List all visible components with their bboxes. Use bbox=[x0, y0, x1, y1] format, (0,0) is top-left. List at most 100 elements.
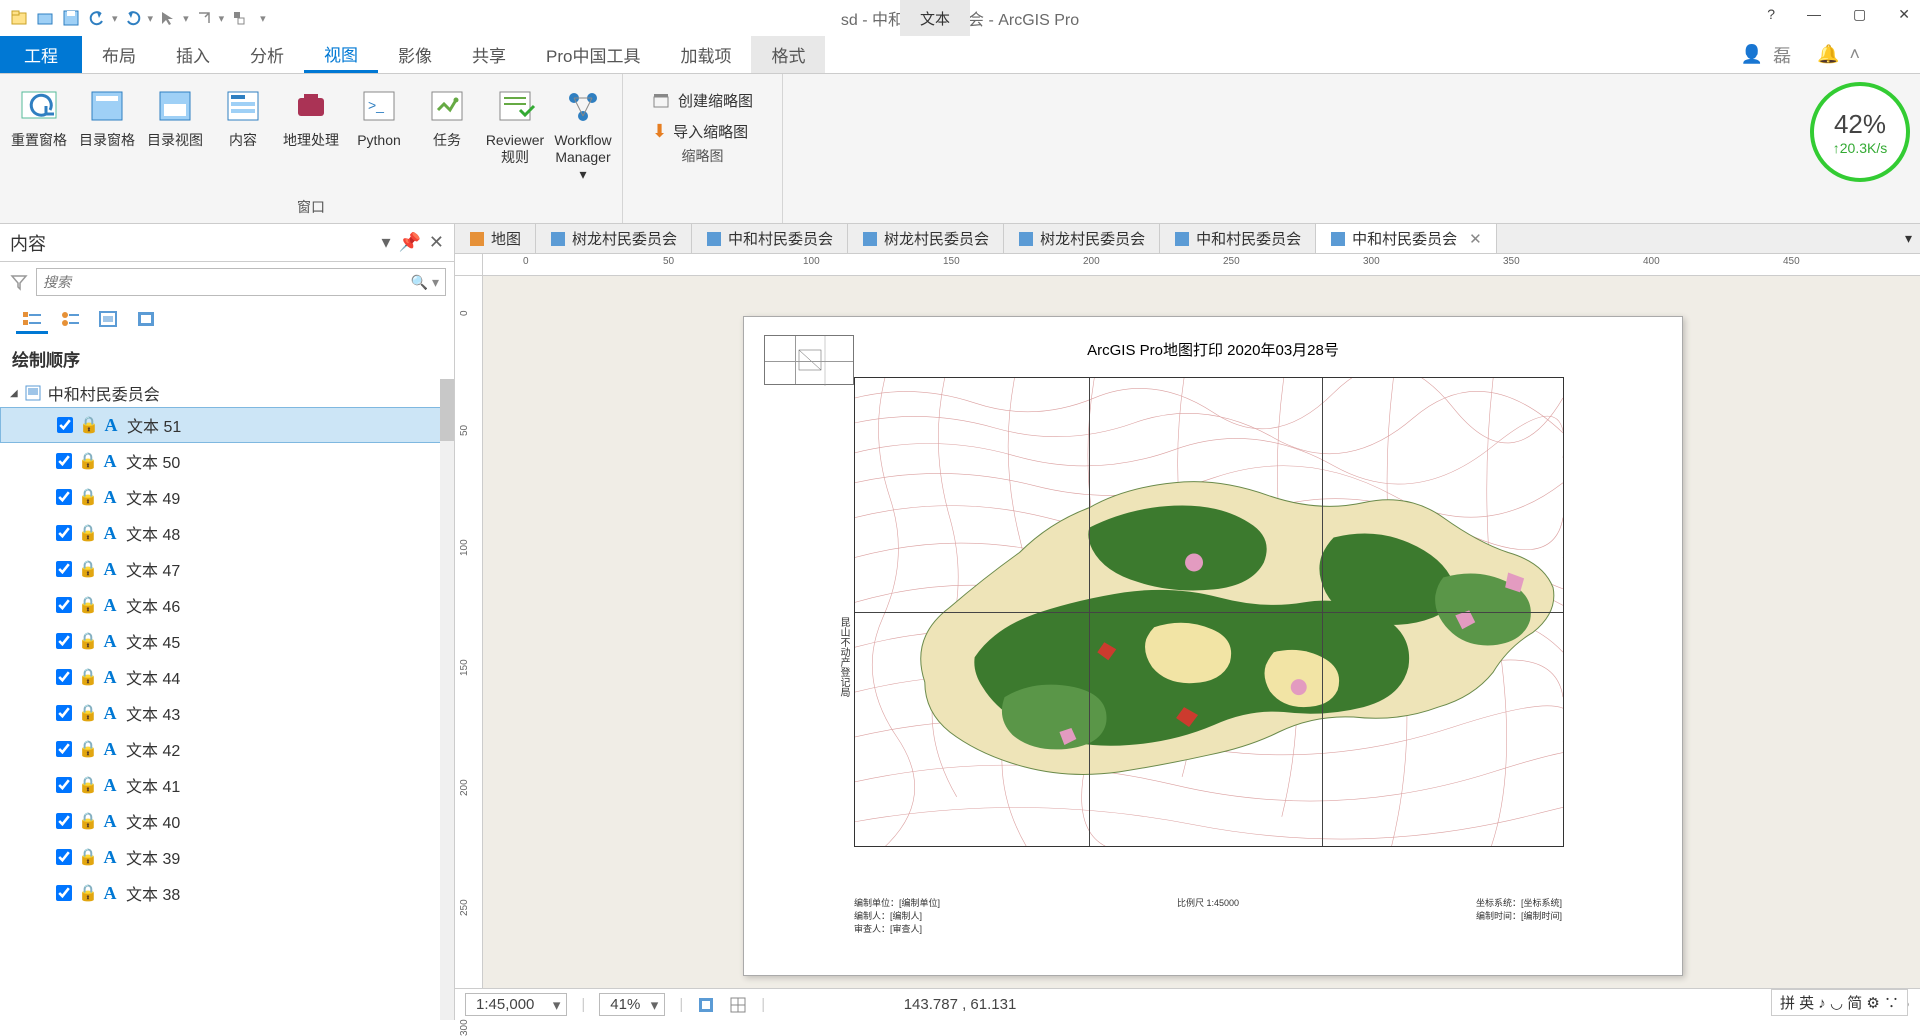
grid-icon[interactable] bbox=[729, 996, 747, 1014]
layer-visibility-checkbox[interactable] bbox=[56, 741, 72, 757]
ribbon-button-Workflow[interactable]: WorkflowManager ▾ bbox=[550, 82, 616, 195]
qat-explore-icon[interactable] bbox=[193, 7, 215, 29]
ribbon-button-内容[interactable]: 内容 bbox=[210, 82, 276, 195]
list-by-selection[interactable] bbox=[92, 306, 124, 334]
layout-page[interactable]: ArcGIS Pro地图打印 2020年03月28号 昆山不动产登记局 bbox=[743, 316, 1683, 976]
scale-selector[interactable]: 1:45,000 bbox=[465, 993, 567, 1016]
view-tab[interactable]: 地图 bbox=[455, 224, 536, 253]
view-tab[interactable]: 中和村民委员会✕ bbox=[1316, 224, 1497, 253]
layer-item[interactable]: 🔒 A 文本 48 bbox=[0, 515, 454, 551]
search-dropdown[interactable]: ▾ bbox=[432, 274, 439, 291]
pane-pin-icon[interactable]: 📌 bbox=[398, 232, 420, 253]
qat-open-icon[interactable] bbox=[34, 7, 56, 29]
layer-visibility-checkbox[interactable] bbox=[56, 453, 72, 469]
ribbon-button-任务[interactable]: 任务 bbox=[414, 82, 480, 195]
minimize-button[interactable]: — bbox=[1807, 6, 1821, 23]
layer-visibility-checkbox[interactable] bbox=[56, 777, 72, 793]
tree-scrollbar-thumb[interactable] bbox=[440, 379, 454, 441]
qat-customize-dropdown[interactable]: ▾ bbox=[260, 12, 266, 25]
ribbon-button-目录视图[interactable]: 目录视图 bbox=[142, 82, 208, 195]
performance-widget[interactable]: 42% ↑20.3K/s bbox=[1810, 82, 1910, 182]
layer-visibility-checkbox[interactable] bbox=[56, 885, 72, 901]
search-icon[interactable]: 🔍 bbox=[411, 274, 428, 291]
tab-overflow-dropdown[interactable]: ▾ bbox=[1897, 224, 1920, 253]
user-area[interactable]: 👤 磊 🔔 ˄ bbox=[1741, 36, 1920, 73]
ribbon-tab-插入[interactable]: 插入 bbox=[156, 36, 230, 73]
canvas-viewport[interactable]: ArcGIS Pro地图打印 2020年03月28号 昆山不动产登记局 bbox=[483, 276, 1920, 988]
layer-item[interactable]: 🔒 A 文本 43 bbox=[0, 695, 454, 731]
layer-item[interactable]: 🔒 A 文本 51 bbox=[0, 407, 454, 443]
list-by-drawing-order[interactable] bbox=[16, 306, 48, 334]
list-by-source[interactable] bbox=[54, 306, 86, 334]
layer-item[interactable]: 🔒 A 文本 39 bbox=[0, 839, 454, 875]
layer-item[interactable]: 🔒 A 文本 40 bbox=[0, 803, 454, 839]
meta-center[interactable]: 比例尺 1:45000 bbox=[1177, 896, 1239, 935]
qat-undo-dropdown[interactable]: ▾ bbox=[112, 12, 118, 25]
qat-pointer-dropdown[interactable]: ▾ bbox=[183, 12, 189, 25]
ribbon-button-目录窗格[interactable]: 目录窗格 bbox=[74, 82, 140, 195]
meta-right[interactable]: 坐标系统：[坐标系统] 编制时间：[编制时间] bbox=[1476, 896, 1562, 935]
layer-item[interactable]: 🔒 A 文本 45 bbox=[0, 623, 454, 659]
view-tab[interactable]: 中和村民委员会 bbox=[692, 224, 848, 253]
layer-visibility-checkbox[interactable] bbox=[56, 597, 72, 613]
layer-visibility-checkbox[interactable] bbox=[56, 489, 72, 505]
layer-tree-root[interactable]: ◢ 中和村民委员会 bbox=[0, 379, 454, 407]
ribbon-button-Python[interactable]: >_Python bbox=[346, 82, 412, 195]
search-input[interactable] bbox=[43, 274, 411, 290]
ribbon-collapse-icon[interactable]: ˄ bbox=[1849, 44, 1860, 65]
ribbon-button-重置窗格[interactable]: 重置窗格 bbox=[6, 82, 72, 195]
view-tab[interactable]: 树龙村民委员会 bbox=[1004, 224, 1160, 253]
qat-explore-dropdown[interactable]: ▾ bbox=[219, 12, 225, 25]
layer-visibility-checkbox[interactable] bbox=[56, 669, 72, 685]
ribbon-tab-视图[interactable]: 视图 bbox=[304, 36, 378, 73]
tree-scrollbar[interactable] bbox=[440, 379, 454, 1020]
ribbon-tab-工程[interactable]: 工程 bbox=[0, 36, 82, 73]
maximize-button[interactable]: ▢ bbox=[1853, 6, 1866, 23]
close-button[interactable]: ✕ bbox=[1898, 6, 1910, 23]
view-tab[interactable]: 树龙村民委员会 bbox=[848, 224, 1004, 253]
ribbon-tab-Pro中国工具[interactable]: Pro中国工具 bbox=[526, 36, 660, 73]
tab-close-icon[interactable]: ✕ bbox=[1469, 230, 1482, 248]
ribbon-tab-加载项[interactable]: 加载项 bbox=[660, 36, 751, 73]
list-by-snapping[interactable] bbox=[130, 306, 162, 334]
layer-visibility-checkbox[interactable] bbox=[56, 633, 72, 649]
layer-item[interactable]: 🔒 A 文本 42 bbox=[0, 731, 454, 767]
qat-undo-icon[interactable] bbox=[86, 7, 108, 29]
view-tab[interactable]: 中和村民委员会 bbox=[1160, 224, 1316, 253]
map-frame[interactable] bbox=[854, 377, 1564, 847]
layout-side-label[interactable]: 昆山不动产登记局 bbox=[836, 617, 851, 697]
notification-icon[interactable]: 🔔 bbox=[1817, 44, 1839, 65]
ribbon-tab-布局[interactable]: 布局 bbox=[82, 36, 156, 73]
pane-menu-dropdown[interactable]: ▾ bbox=[381, 232, 390, 253]
layer-item[interactable]: 🔒 A 文本 50 bbox=[0, 443, 454, 479]
snap-grid-icon[interactable] bbox=[697, 996, 715, 1014]
meta-left[interactable]: 编制单位：[编制单位] 编制人：[编制人] 审查人：[审查人] bbox=[854, 896, 940, 935]
layer-item[interactable]: 🔒 A 文本 46 bbox=[0, 587, 454, 623]
layer-item[interactable]: 🔒 A 文本 38 bbox=[0, 875, 454, 911]
qat-new-icon[interactable] bbox=[8, 7, 30, 29]
ribbon-tab-影像[interactable]: 影像 bbox=[378, 36, 452, 73]
layer-visibility-checkbox[interactable] bbox=[56, 849, 72, 865]
layer-visibility-checkbox[interactable] bbox=[56, 813, 72, 829]
layer-item[interactable]: 🔒 A 文本 41 bbox=[0, 767, 454, 803]
filter-icon[interactable] bbox=[8, 271, 30, 293]
zoom-selector[interactable]: 41% bbox=[599, 993, 665, 1016]
view-tab[interactable]: 树龙村民委员会 bbox=[536, 224, 692, 253]
qat-redo-icon[interactable] bbox=[122, 7, 144, 29]
layer-item[interactable]: 🔒 A 文本 44 bbox=[0, 659, 454, 695]
qat-toggle-icon[interactable] bbox=[228, 7, 250, 29]
layer-item[interactable]: 🔒 A 文本 47 bbox=[0, 551, 454, 587]
layer-visibility-checkbox[interactable] bbox=[56, 561, 72, 577]
ime-toolbar[interactable]: 拼 英 ♪ ◡ 简 ⚙ ∵ bbox=[1771, 989, 1908, 1016]
layer-visibility-checkbox[interactable] bbox=[56, 705, 72, 721]
ribbon-button-地理处理[interactable]: 地理处理 bbox=[278, 82, 344, 195]
collapse-arrow-icon[interactable]: ◢ bbox=[10, 388, 18, 399]
create-thumbnail-button[interactable]: 创建缩略图 bbox=[644, 88, 761, 113]
layer-visibility-checkbox[interactable] bbox=[57, 417, 73, 433]
ribbon-tab-格式[interactable]: 格式 bbox=[751, 36, 825, 73]
ribbon-tab-共享[interactable]: 共享 bbox=[452, 36, 526, 73]
layout-canvas[interactable]: 050100150200250300350400450 050100150200… bbox=[455, 254, 1920, 988]
qat-save-icon[interactable] bbox=[60, 7, 82, 29]
layer-visibility-checkbox[interactable] bbox=[56, 525, 72, 541]
help-button[interactable]: ? bbox=[1767, 6, 1775, 23]
